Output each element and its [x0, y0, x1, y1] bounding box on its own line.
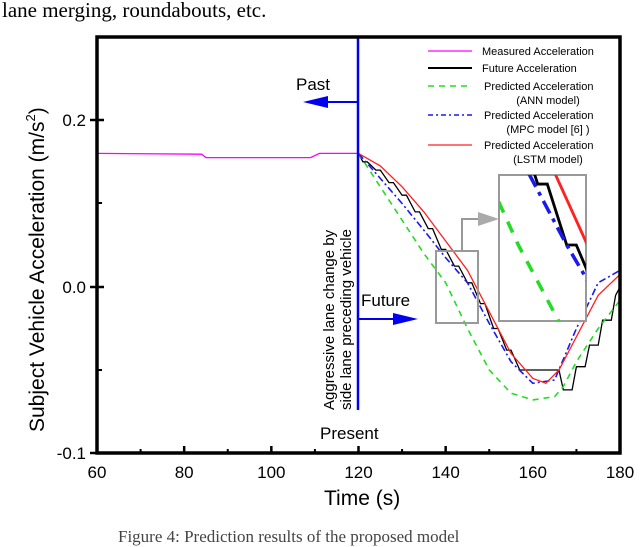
y-tick-label: -0.1	[57, 444, 86, 463]
zoom-connector	[461, 218, 480, 251]
legend-label-3: Predicted Acceleration	[484, 110, 593, 122]
x-tick-label: 180	[606, 463, 634, 482]
legend-sublabel-3: (MPC model [6] )	[506, 124, 589, 136]
future-arrow-head	[393, 313, 418, 325]
legend-label-0: Measured Acceleration	[482, 46, 594, 58]
x-tick-label: 100	[257, 463, 285, 482]
present-label: Present	[320, 424, 379, 443]
series-line-0	[97, 152, 359, 159]
y-axis-label-main: Subject Vehicle Acceleration (m/s	[26, 122, 49, 433]
x-tick-label: 160	[519, 463, 547, 482]
event-label-line1: Aggressive lane change by	[321, 229, 338, 410]
zoom-region-box	[435, 250, 479, 324]
x-tick-label: 120	[344, 463, 372, 482]
acceleration-chart: Past Future Present Aggressive lane chan…	[23, 35, 634, 510]
zoom-connector-arrow	[478, 212, 499, 226]
figure-caption: Figure 4: Prediction results of the prop…	[118, 527, 460, 546]
legend-label-1: Future Acceleration	[482, 63, 577, 75]
y-axis-label-end: )	[26, 107, 49, 114]
legend-label-4: Predicted Acceleration	[484, 140, 593, 152]
future-label: Future	[361, 291, 410, 310]
x-tick-label: 140	[431, 463, 459, 482]
x-tick-label: 80	[175, 463, 194, 482]
legend-label-2: Predicted Acceleration	[484, 81, 593, 93]
event-label-line2: side lane preceding vehicle	[338, 229, 355, 410]
past-arrow-head	[303, 96, 328, 108]
y-axis-label: Subject Vehicle Acceleration (m/s2)	[23, 107, 49, 432]
inset-box	[498, 174, 587, 322]
x-axis-label: Time (s)	[324, 487, 400, 510]
legend: Measured Acceleration Future Acceleration…	[428, 46, 594, 166]
legend-sublabel-2: (ANN model)	[516, 95, 580, 107]
x-tick-label: 60	[88, 463, 107, 482]
y-tick-label: 0.0	[62, 278, 86, 297]
y-axis-label-sup: 2	[23, 114, 38, 121]
past-label: Past	[296, 75, 330, 94]
y-tick-label: 0.2	[62, 111, 86, 130]
legend-sublabel-4: (LSTM model)	[513, 154, 583, 166]
